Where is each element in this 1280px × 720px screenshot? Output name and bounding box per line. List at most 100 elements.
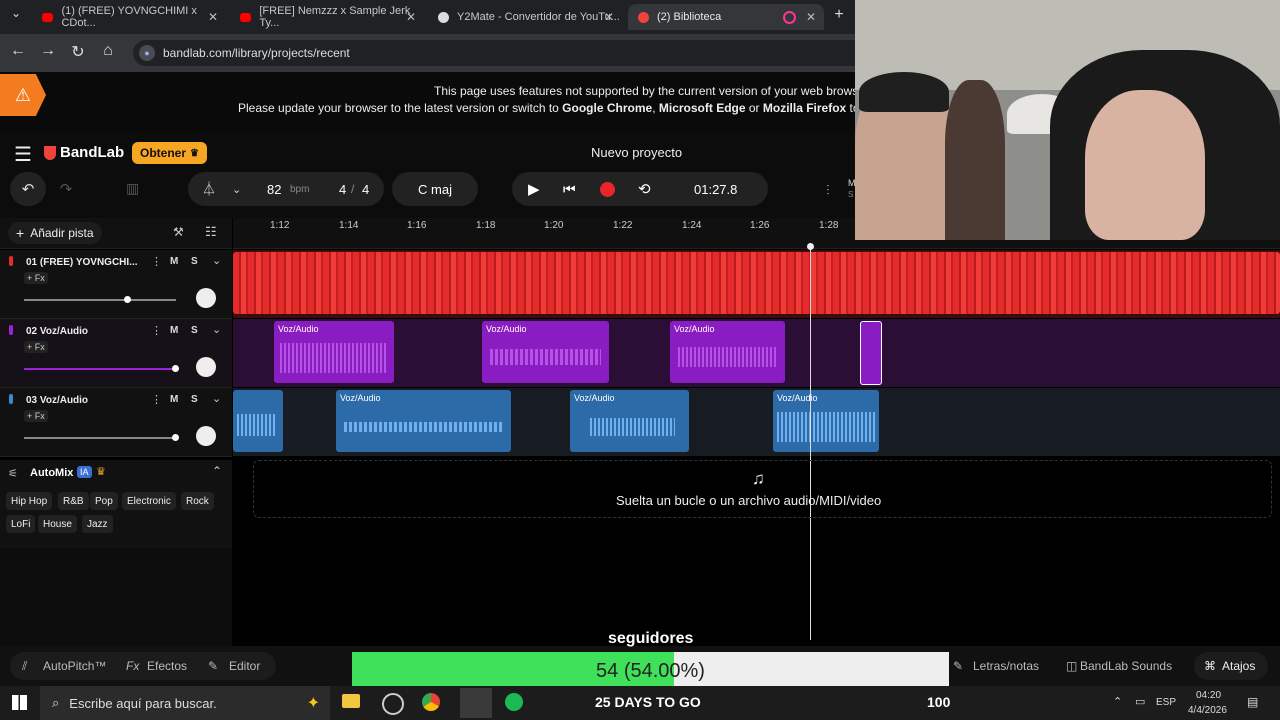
track-menu-icon[interactable]: ⋮: [151, 393, 162, 406]
redo-button[interactable]: ↷: [48, 172, 84, 206]
audio-clip[interactable]: Voz/Audio: [773, 390, 879, 452]
letras-button[interactable]: Letras/notas: [973, 659, 1039, 673]
file-explorer-icon[interactable]: [342, 694, 360, 708]
audio-clip[interactable]: [233, 252, 1280, 314]
chevron-up-icon[interactable]: ⌃: [212, 464, 222, 478]
back-icon[interactable]: ←: [8, 42, 28, 60]
chevron-down-icon[interactable]: ⌄: [232, 183, 241, 196]
pan-knob[interactable]: [196, 357, 216, 377]
notification-icon[interactable]: ▤: [1247, 695, 1258, 709]
chevron-down-icon[interactable]: ⌄: [212, 254, 221, 267]
genre-chip[interactable]: Rock: [181, 492, 214, 510]
forward-icon[interactable]: →: [38, 42, 58, 60]
playhead-line[interactable]: [810, 246, 811, 640]
genre-chip[interactable]: R&B: [58, 492, 89, 510]
playhead-handle[interactable]: [807, 243, 814, 250]
record-icon[interactable]: [600, 181, 615, 197]
volume-slider[interactable]: [24, 365, 179, 372]
track-menu-icon[interactable]: ⋮: [151, 255, 162, 268]
close-tab-icon[interactable]: ✕: [806, 10, 816, 24]
tab-4-active[interactable]: (2) Biblioteca ✕: [628, 4, 824, 30]
track-menu-icon[interactable]: ⋮: [151, 324, 162, 337]
chevron-down-icon[interactable]: ⌄: [212, 323, 221, 336]
add-fx-button[interactable]: + Fx: [24, 341, 48, 353]
spotify-icon[interactable]: [505, 693, 523, 711]
mute-button[interactable]: M: [170, 256, 178, 267]
audio-clip[interactable]: Voz/Audio: [570, 390, 689, 452]
tab-1[interactable]: (1) (FREE) YOVNGCHIMI x CDot... ✕: [32, 4, 226, 30]
loop-icon[interactable]: ⟲: [638, 180, 651, 198]
track-lane-1[interactable]: [233, 250, 1280, 318]
taskbar-search-box[interactable]: ⌕ Escribe aquí para buscar. ✦: [40, 686, 330, 720]
selected-audio-clip[interactable]: [860, 321, 882, 385]
genre-chip[interactable]: Electronic: [122, 492, 176, 510]
reload-icon[interactable]: ↻: [68, 42, 88, 62]
home-icon[interactable]: ⌂: [98, 42, 118, 60]
autopitch-button[interactable]: AutoPitch™: [43, 659, 106, 673]
volume-handle[interactable]: [124, 296, 131, 303]
track-header-3[interactable]: 03 Voz/Audio ⋮ M S ⌄ + Fx: [0, 388, 232, 457]
add-fx-button[interactable]: + Fx: [24, 272, 48, 284]
add-track-button[interactable]: + Añadir pista: [8, 222, 102, 244]
bandlab-sounds-button[interactable]: BandLab Sounds: [1080, 659, 1172, 673]
skip-back-icon[interactable]: ⏮: [563, 181, 576, 198]
volume-slider[interactable]: [24, 434, 179, 441]
track-name[interactable]: 01 (FREE) YOVNGCHI...: [26, 257, 138, 268]
genre-chip[interactable]: LoFi: [6, 515, 36, 533]
chrome-link[interactable]: Google Chrome: [562, 101, 652, 115]
genre-chip[interactable]: Hip Hop: [6, 492, 53, 510]
new-tab-icon[interactable]: +: [829, 6, 849, 24]
tab-2[interactable]: [FREE] Nemzzz x Sample Jerk Ty... ✕: [230, 4, 424, 30]
pan-knob[interactable]: [196, 288, 216, 308]
piano-icon[interactable]: ▥: [126, 180, 139, 197]
clock-time[interactable]: 04:20: [1196, 690, 1221, 701]
track-name[interactable]: 02 Voz/Audio: [26, 326, 88, 337]
track-name[interactable]: 03 Voz/Audio: [26, 395, 88, 406]
audio-clip[interactable]: Voz/Audio: [336, 390, 511, 452]
track-header-1[interactable]: 01 (FREE) YOVNGCHI... ⋮ M S ⌄ + Fx: [0, 250, 232, 319]
volume-handle[interactable]: [172, 365, 179, 372]
chrome-active-icon[interactable]: [460, 688, 492, 718]
firefox-link[interactable]: Mozilla Firefox: [763, 101, 846, 115]
audio-clip[interactable]: Voz/Audio: [274, 321, 394, 383]
volume-handle[interactable]: [172, 434, 179, 441]
network-icon[interactable]: ▭: [1135, 695, 1145, 708]
volume-slider[interactable]: [24, 296, 176, 303]
obtener-button[interactable]: Obtener ♛: [132, 142, 207, 164]
time-sig-numerator[interactable]: 4: [339, 182, 346, 197]
track-lane-3[interactable]: Voz/Audio Voz/Audio Voz/Audio: [233, 388, 1280, 456]
audio-clip[interactable]: Voz/Audio: [482, 321, 609, 383]
pan-knob[interactable]: [196, 426, 216, 446]
close-tab-icon[interactable]: ✕: [604, 10, 614, 24]
solo-button[interactable]: S: [191, 394, 198, 405]
clock-date[interactable]: 4/4/2026: [1188, 705, 1227, 716]
metronome-icon[interactable]: ⏃: [202, 179, 216, 199]
genre-chip[interactable]: Pop: [90, 492, 118, 510]
chrome-icon[interactable]: [422, 693, 440, 711]
bandlab-logo[interactable]: BandLab: [44, 144, 124, 161]
windows-start-icon[interactable]: [12, 695, 27, 710]
close-tab-icon[interactable]: ✕: [208, 10, 218, 24]
key-selector[interactable]: C maj: [392, 172, 478, 206]
time-sig-denominator[interactable]: 4: [362, 182, 369, 197]
track-lane-2[interactable]: Voz/Audio Voz/Audio Voz/Audio: [233, 319, 1280, 387]
mute-button[interactable]: M: [170, 394, 178, 405]
atajos-button[interactable]: ⌘ Atajos: [1194, 652, 1268, 680]
audio-clip[interactable]: Voz/Audio: [670, 321, 785, 383]
chevron-down-icon[interactable]: ⌄: [212, 392, 221, 405]
language-indicator[interactable]: ESP: [1156, 697, 1176, 708]
efectos-button[interactable]: Efectos: [147, 659, 187, 673]
track-header-2[interactable]: 02 Voz/Audio ⋮ M S ⌄ + Fx: [0, 319, 232, 388]
editor-button[interactable]: Editor: [229, 659, 260, 673]
drop-zone[interactable]: ♫ Suelta un bucle o un archivo audio/MID…: [253, 460, 1272, 518]
project-title[interactable]: Nuevo proyecto: [591, 145, 682, 160]
genre-chip[interactable]: Jazz: [82, 515, 113, 533]
undo-button[interactable]: ↶: [10, 172, 46, 206]
add-fx-button[interactable]: + Fx: [24, 410, 48, 422]
chevron-up-icon[interactable]: ⌃: [1113, 695, 1122, 708]
solo-button[interactable]: S: [191, 325, 198, 336]
edge-link[interactable]: Microsoft Edge: [659, 101, 746, 115]
mixer-icon[interactable]: ⫶: [826, 182, 830, 199]
app-icon[interactable]: [382, 693, 404, 715]
solo-button[interactable]: S: [191, 256, 198, 267]
